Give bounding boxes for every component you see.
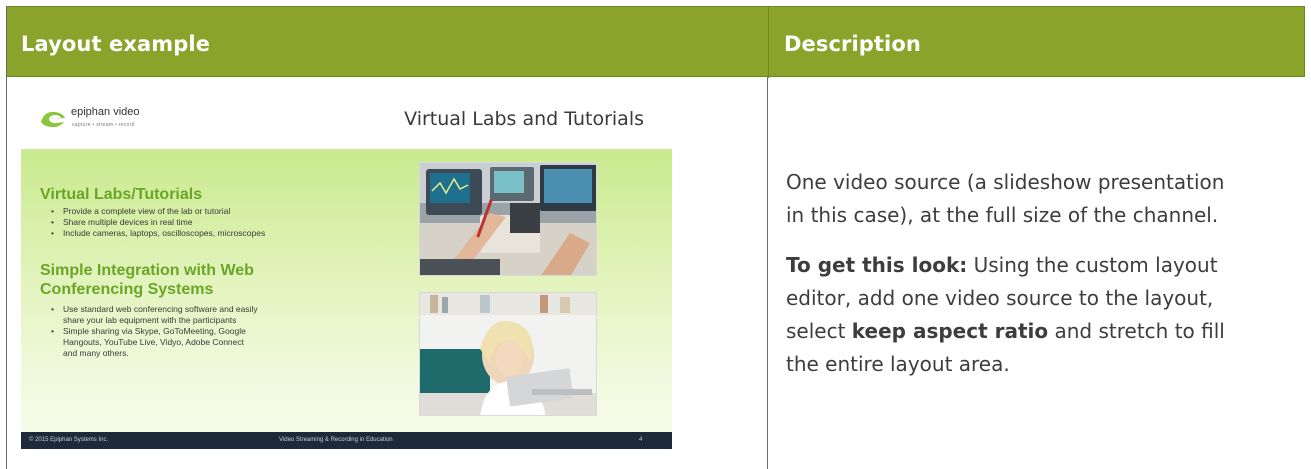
slide-bullet: Include cameras, laptops, oscilloscopes,… — [51, 228, 265, 239]
slide-bullet: Share multiple devices in real time — [51, 217, 265, 228]
slide-tagline: capture • stream • record — [72, 122, 135, 128]
header-divider — [768, 7, 769, 78]
slide-bullet: Use standard web conferencing software a… — [51, 304, 258, 326]
slide-bullet-list: Provide a complete view of the lab or tu… — [51, 206, 265, 239]
slide-header: epiphan video capture • stream • record … — [21, 94, 672, 149]
keep-aspect-ratio-label: keep aspect ratio — [851, 319, 1049, 343]
slide-body: Virtual Labs/Tutorials Provide a complet… — [21, 149, 672, 432]
table-column-divider — [767, 77, 768, 469]
header-layout-example: Layout example — [21, 32, 211, 56]
slide-bullet: Simple sharing via Skype, GoToMeeting, G… — [51, 326, 258, 359]
woman-laptop-photo — [419, 292, 597, 416]
lab-equipment-photo — [419, 162, 597, 276]
slide-brand: epiphan video — [71, 106, 140, 118]
slide-section-heading: Simple Integration with Web Conferencing… — [40, 262, 254, 298]
slide-section-heading: Virtual Labs/Tutorials — [40, 186, 203, 203]
slide-footer-title: Video Streaming & Recording in Education — [279, 437, 393, 443]
table-left-border — [6, 6, 7, 469]
slide-bullet: Provide a complete view of the lab or tu… — [51, 206, 265, 217]
epiphan-logo-icon — [41, 111, 65, 128]
slide-title: Virtual Labs and Tutorials — [404, 108, 644, 130]
slide-page-number: 4 — [639, 437, 643, 443]
slide-bullet-list: Use standard web conferencing software a… — [51, 304, 258, 359]
header-description: Description — [784, 32, 921, 56]
slide-footer-copyright: © 2015 Epiphan Systems Inc. — [29, 437, 109, 443]
slide-footer: © 2015 Epiphan Systems Inc. Video Stream… — [21, 432, 672, 449]
table-header-row: Layout example Description — [6, 6, 1305, 78]
description-paragraph-1: One video source (a slideshow presentati… — [786, 170, 1225, 227]
slide-preview: epiphan video capture • stream • record … — [21, 94, 672, 449]
instruction-label: To get this look: — [786, 253, 968, 277]
description-paragraph-2: To get this look: Using the custom layou… — [786, 253, 1225, 376]
